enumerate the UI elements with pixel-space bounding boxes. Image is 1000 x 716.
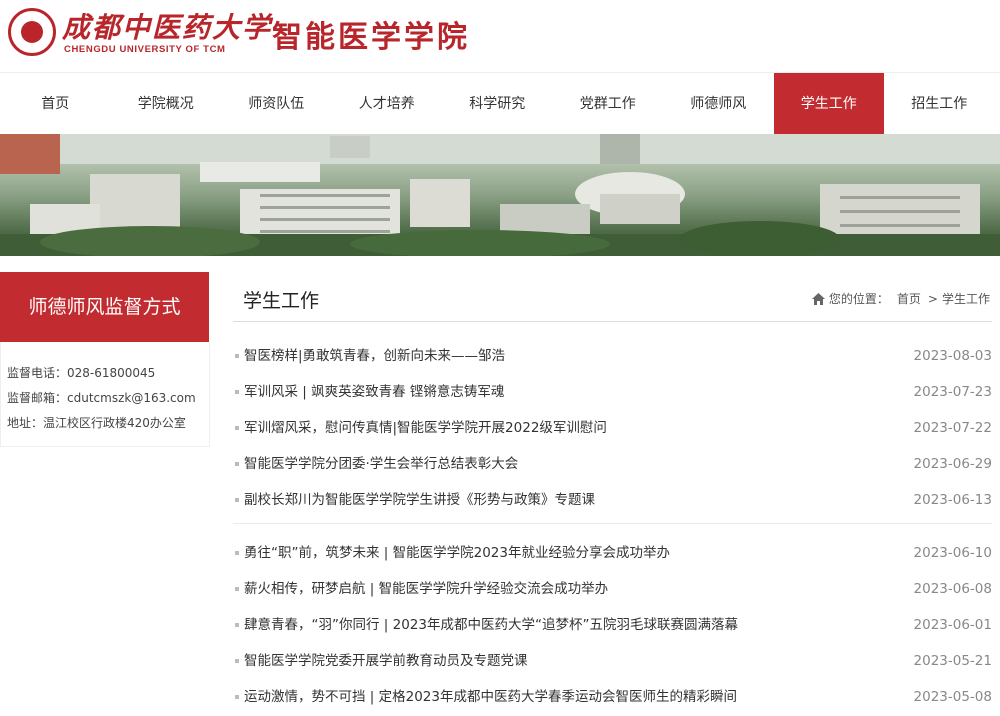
contact-email: 监督邮箱：cdutcmszk@163.com <box>7 391 196 405</box>
news-item[interactable]: 军训风采 | 飒爽英姿致青春 铿锵意志铸军魂 2023-07-23 <box>233 374 992 410</box>
news-date: 2023-06-29 <box>913 456 992 472</box>
nav-item-home[interactable]: 首页 <box>0 73 111 135</box>
news-date: 2023-05-21 <box>913 653 992 669</box>
news-date: 2023-06-13 <box>913 492 992 508</box>
home-icon <box>811 292 825 305</box>
contact-phone: 监督电话：028-61800045 <box>7 366 156 380</box>
university-seal-logo[interactable] <box>8 8 56 56</box>
sidebar-contact-box: 监督电话：028-61800045 监督邮箱：cdutcmszk@163.com… <box>0 342 210 447</box>
news-item[interactable]: 军训熠风采，慰问传真情|智能医学学院开展2022级军训慰问 2023-07-22 <box>233 410 992 446</box>
nav-item-education[interactable]: 人才培养 <box>332 73 443 135</box>
news-title-link[interactable]: 勇往“职”前，筑梦未来 | 智能医学学院2023年就业经验分享会成功举办 <box>244 535 670 571</box>
breadcrumb-separator: > <box>927 291 938 306</box>
news-date: 2023-06-01 <box>913 617 992 633</box>
nav-item-party[interactable]: 党群工作 <box>553 73 664 135</box>
bullet-icon <box>235 426 239 430</box>
news-title-link[interactable]: 军训熠风采，慰问传真情|智能医学学院开展2022级军训慰问 <box>244 410 607 446</box>
news-item[interactable]: 运动激情，势不可挡 | 定格2023年成都中医药大学春季运动会智医师生的精彩瞬间… <box>233 679 992 715</box>
main-nav: 首页 学院概况 师资队伍 人才培养 科学研究 党群工作 师德师风 学生工作 招生… <box>0 72 1000 135</box>
news-title-link[interactable]: 军训风采 | 飒爽英姿致青春 铿锵意志铸军魂 <box>244 374 504 410</box>
news-title-link[interactable]: 智能医学学院党委开展学前教育动员及专题党课 <box>244 643 528 679</box>
nav-item-research[interactable]: 科学研究 <box>442 73 553 135</box>
university-name-en[interactable]: CHENGDU UNIVERSITY OF TCM <box>64 44 226 55</box>
university-name-cn[interactable]: 成都中医药大学 <box>62 6 272 46</box>
breadcrumb-prefix: 您的位置： <box>828 292 889 306</box>
contact-address: 地址：温江校区行政楼420办公室 <box>7 416 186 430</box>
title-divider <box>233 321 992 322</box>
bullet-icon <box>235 462 239 466</box>
news-date: 2023-08-03 <box>913 348 992 364</box>
bullet-icon <box>235 695 239 699</box>
college-name[interactable]: 智能医学学院 <box>272 12 470 56</box>
bullet-icon <box>235 390 239 394</box>
bullet-icon <box>235 354 239 358</box>
nav-item-faculty[interactable]: 师资队伍 <box>221 73 332 135</box>
page-title: 学生工作 <box>243 290 320 312</box>
news-item[interactable]: 勇往“职”前，筑梦未来 | 智能医学学院2023年就业经验分享会成功举办 202… <box>233 535 992 571</box>
news-list: 智医榜样|勇敢筑青春，创新向未来——邹浩 2023-08-03 军训风采 | 飒… <box>233 338 992 715</box>
news-date: 2023-05-08 <box>913 689 992 705</box>
bullet-icon <box>235 659 239 663</box>
news-item[interactable]: 智医榜样|勇敢筑青春，创新向未来——邹浩 2023-08-03 <box>233 338 992 374</box>
nav-item-student-affairs[interactable]: 学生工作 <box>773 73 884 135</box>
bullet-icon <box>235 587 239 591</box>
bullet-icon <box>235 623 239 627</box>
news-title-link[interactable]: 智能医学学院分团委·学生会举行总结表彰大会 <box>244 446 518 482</box>
nav-item-about[interactable]: 学院概况 <box>111 73 222 135</box>
news-item[interactable]: 薪火相传，研梦启航 | 智能医学学院升学经验交流会成功举办 2023-06-08 <box>233 571 992 607</box>
news-date: 2023-07-23 <box>913 384 992 400</box>
news-date: 2023-06-08 <box>913 581 992 597</box>
breadcrumb: 您的位置： 首页 > 学生工作 <box>811 290 990 307</box>
group-divider <box>233 518 992 535</box>
news-title-link[interactable]: 肆意青春，“羽”你同行 | 2023年成都中医药大学“追梦杯”五院羽毛球联赛圆满… <box>244 607 738 643</box>
news-title-link[interactable]: 副校长郑川为智能医学学院学生讲授《形势与政策》专题课 <box>244 482 595 518</box>
site-header: 成都中医药大学 CHENGDU UNIVERSITY OF TCM 智能医学学院 <box>0 0 1000 72</box>
sidebar-title: 师德师风监督方式 <box>0 272 209 342</box>
nav-item-admissions[interactable]: 招生工作 <box>884 73 995 135</box>
news-title-link[interactable]: 运动激情，势不可挡 | 定格2023年成都中医药大学春季运动会智医师生的精彩瞬间 <box>244 679 737 715</box>
news-item[interactable]: 智能医学学院党委开展学前教育动员及专题党课 2023-05-21 <box>233 643 992 679</box>
breadcrumb-home-link[interactable]: 首页 <box>897 290 921 307</box>
news-date: 2023-06-10 <box>913 545 992 561</box>
news-title-link[interactable]: 智医榜样|勇敢筑青春，创新向未来——邹浩 <box>244 338 505 374</box>
news-title-link[interactable]: 薪火相传，研梦启航 | 智能医学学院升学经验交流会成功举办 <box>244 571 608 607</box>
bullet-icon <box>235 498 239 502</box>
news-item[interactable]: 副校长郑川为智能医学学院学生讲授《形势与政策》专题课 2023-06-13 <box>233 482 992 518</box>
campus-banner-image <box>0 134 1000 256</box>
news-item[interactable]: 肆意青春，“羽”你同行 | 2023年成都中医药大学“追梦杯”五院羽毛球联赛圆满… <box>233 607 992 643</box>
nav-item-ethics[interactable]: 师德师风 <box>663 73 774 135</box>
news-item[interactable]: 智能医学学院分团委·学生会举行总结表彰大会 2023-06-29 <box>233 446 992 482</box>
news-date: 2023-07-22 <box>913 420 992 436</box>
bullet-icon <box>235 551 239 555</box>
breadcrumb-current: 学生工作 <box>941 292 990 306</box>
